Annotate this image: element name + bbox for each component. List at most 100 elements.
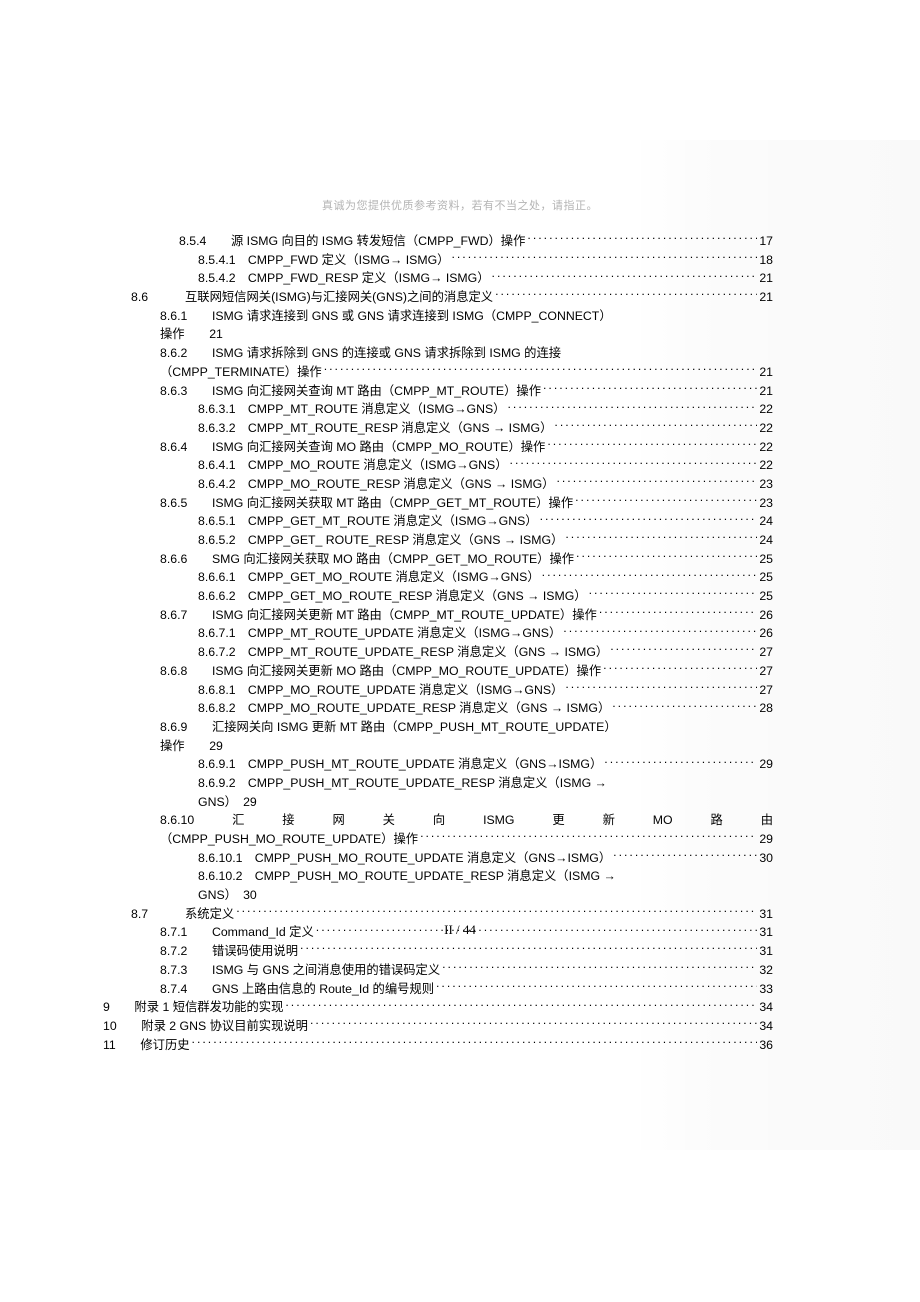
toc-entry-text: 8.6.4.1 CMPP_MO_ROUTE 消息定义（ISMG→GNS）	[198, 456, 508, 475]
toc-entry-text: 8.6.6.2 CMPP_GET_MO_ROUTE_RESP 消息定义（GNS …	[198, 587, 587, 606]
toc-entry: 8.7.4 GNS 上路由信息的 Route_Id 的编号规则 33	[103, 980, 773, 999]
toc-leader-dots	[554, 420, 757, 432]
toc-page-number: 27	[759, 681, 773, 700]
toc-leader-dots	[563, 625, 757, 637]
toc-leader-dots	[576, 550, 757, 562]
toc-entry: 8.6.8.1 CMPP_MO_ROUTE_UPDATE 消息定义（ISMG→G…	[103, 681, 773, 700]
page-number: II / 44	[0, 922, 920, 938]
toc-entry: 操作 29	[103, 737, 773, 756]
toc-page-number: 22	[759, 456, 773, 475]
toc-entry: 8.5.4.2 CMPP_FWD_RESP 定义（ISMG→ ISMG）21	[103, 269, 773, 288]
toc-leader-dots	[543, 382, 757, 394]
toc-entry-text: 8.7 系统定义	[131, 905, 234, 924]
toc-leader-dots	[436, 980, 757, 992]
toc-leader-dots	[285, 999, 757, 1011]
toc-leader-dots	[495, 289, 757, 301]
toc-page-number: 23	[759, 494, 773, 513]
toc-entry-text: 8.6.10 汇 接 网 关 向 ISMG 更 新 MO 路 由	[160, 811, 773, 830]
toc-page-number: 17	[759, 232, 773, 251]
toc-entry-text: 8.6.7.2 CMPP_MT_ROUTE_UPDATE_RESP 消息定义（G…	[198, 643, 608, 662]
toc-leader-dots	[527, 233, 757, 245]
toc-entry-text: 8.6.6.1 CMPP_GET_MO_ROUTE 消息定义（ISMG→GNS）	[198, 568, 540, 587]
toc-entry: （CMPP_TERMINATE）操作 21	[103, 363, 773, 382]
toc-entry-text: （CMPP_TERMINATE）操作	[160, 363, 322, 382]
toc-entry-text: （CMPP_PUSH_MO_ROUTE_UPDATE）操作	[160, 830, 418, 849]
toc-entry-text: 11 修订历史	[103, 1036, 190, 1055]
toc-entry: 8.7.3 ISMG 与 GNS 之间消息使用的错误码定义 32	[103, 961, 773, 980]
toc-leader-dots	[589, 588, 758, 600]
toc-page-number: 22	[759, 419, 773, 438]
toc-leader-dots	[192, 1036, 758, 1048]
toc-entry-text: 8.6.10.2 CMPP_PUSH_MO_ROUTE_UPDATE_RESP …	[198, 867, 616, 886]
toc-entry: 8.6.5.2 CMPP_GET_ ROUTE_RESP 消息定义（GNS → …	[103, 531, 773, 550]
toc-entry: 8.6.10 汇 接 网 关 向 ISMG 更 新 MO 路 由	[103, 811, 773, 830]
toc-entry: 8.6.5.1 CMPP_GET_MT_ROUTE 消息定义（ISMG→GNS）…	[103, 512, 773, 531]
toc-page-number: 25	[759, 587, 773, 606]
page-header: 真诚为您提供优质参考资料，若有不当之处，请指正。	[0, 197, 920, 213]
toc-entry: GNS） 30	[103, 886, 773, 905]
toc-entry-text: 8.6.6 SMG 向汇接网关获取 MO 路由（CMPP_GET_MO_ROUT…	[160, 550, 574, 569]
toc-entry-text: 操作 21	[160, 325, 223, 344]
toc-page-number: 26	[759, 606, 773, 625]
toc-entry-text: GNS） 29	[198, 793, 257, 812]
toc-entry-text: 8.6.9 汇接网关向 ISMG 更新 MT 路由（CMPP_PUSH_MT_R…	[160, 718, 617, 737]
toc-entry: 8.6.9 汇接网关向 ISMG 更新 MT 路由（CMPP_PUSH_MT_R…	[103, 718, 773, 737]
toc-entry-text: 9 附录 1 短信群发功能的实现	[103, 998, 283, 1017]
toc-leader-dots	[612, 700, 757, 712]
toc-page-number: 28	[759, 699, 773, 718]
toc-entry-text: 8.7.2 错误码使用说明	[160, 942, 298, 961]
toc-entry: 8.6.5 ISMG 向汇接网关获取 MT 路由（CMPP_GET_MT_ROU…	[103, 494, 773, 513]
toc-entry: 8.6.6.1 CMPP_GET_MO_ROUTE 消息定义（ISMG→GNS）…	[103, 568, 773, 587]
toc-page-number: 21	[759, 269, 773, 288]
toc-page-number: 29	[759, 830, 773, 849]
toc-entry: 8.6.3.1 CMPP_MT_ROUTE 消息定义（ISMG→GNS）22	[103, 400, 773, 419]
toc-page-number: 23	[759, 475, 773, 494]
toc-entry: 8.6.3 ISMG 向汇接网关查询 MT 路由（CMPP_MT_ROUTE）操…	[103, 382, 773, 401]
toc-entry: 8.5.4.1 CMPP_FWD 定义（ISMG→ ISMG）18	[103, 251, 773, 270]
toc-entry-text: 8.6.9.1 CMPP_PUSH_MT_ROUTE_UPDATE 消息定义（G…	[198, 755, 602, 774]
toc-leader-dots	[236, 905, 757, 917]
toc-page-number: 24	[759, 512, 773, 531]
toc-entry-text: 8.6.4 ISMG 向汇接网关查询 MO 路由（CMPP_MO_ROUTE）操…	[160, 438, 545, 457]
toc-entry-text: 8.6.3.2 CMPP_MT_ROUTE_RESP 消息定义（GNS → IS…	[198, 419, 552, 438]
toc-entry-text: 8.6.2 ISMG 请求拆除到 GNS 的连接或 GNS 请求拆除到 ISMG…	[160, 344, 561, 363]
toc-entry: 操作 21	[103, 325, 773, 344]
toc-leader-dots	[324, 364, 758, 376]
toc-page-number: 31	[759, 905, 773, 924]
toc-entry: 8.6.2 ISMG 请求拆除到 GNS 的连接或 GNS 请求拆除到 ISMG…	[103, 344, 773, 363]
toc-entry: 8.6.4 ISMG 向汇接网关查询 MO 路由（CMPP_MO_ROUTE）操…	[103, 438, 773, 457]
toc-leader-dots	[420, 831, 757, 843]
toc-entry: 9 附录 1 短信群发功能的实现 34	[103, 998, 773, 1017]
toc-page-number: 26	[759, 624, 773, 643]
toc-leader-dots	[510, 457, 758, 469]
toc-leader-dots	[542, 569, 758, 581]
toc-entry-text: 8.6.10.1 CMPP_PUSH_MO_ROUTE_UPDATE 消息定义（…	[198, 849, 611, 868]
toc-entry-text: 8.6.7 ISMG 向汇接网关更新 MT 路由（CMPP_MT_ROUTE_U…	[160, 606, 597, 625]
toc-leader-dots	[540, 513, 758, 525]
toc-entry: 8.6.7 ISMG 向汇接网关更新 MT 路由（CMPP_MT_ROUTE_U…	[103, 606, 773, 625]
toc-leader-dots	[492, 270, 758, 282]
toc-entry: 8.6.4.1 CMPP_MO_ROUTE 消息定义（ISMG→GNS） 22	[103, 456, 773, 475]
toc-entry: 8.6.7.2 CMPP_MT_ROUTE_UPDATE_RESP 消息定义（G…	[103, 643, 773, 662]
toc-entry: 8.6.1 ISMG 请求连接到 GNS 或 GNS 请求连接到 ISMG（CM…	[103, 307, 773, 326]
toc-page-number: 21	[759, 382, 773, 401]
toc-leader-dots	[547, 438, 757, 450]
toc-page-number: 33	[759, 980, 773, 999]
toc-leader-dots	[300, 943, 757, 955]
toc-page-number: 21	[759, 363, 773, 382]
toc-leader-dots	[507, 401, 757, 413]
toc-entry-text: 8.6.5.2 CMPP_GET_ ROUTE_RESP 消息定义（GNS → …	[198, 531, 563, 550]
toc-entry-text: GNS） 30	[198, 886, 257, 905]
toc-page-number: 34	[759, 998, 773, 1017]
toc-entry: 8.6.8 ISMG 向汇接网关更新 MO 路由（CMPP_MO_ROUTE_U…	[103, 662, 773, 681]
toc-page-number: 27	[759, 662, 773, 681]
toc-leader-dots	[310, 1018, 757, 1030]
toc-page-number: 34	[759, 1017, 773, 1036]
toc-entry-text: 8.6.3.1 CMPP_MT_ROUTE 消息定义（ISMG→GNS）	[198, 400, 505, 419]
toc-leader-dots	[610, 644, 757, 656]
toc-leader-dots	[575, 494, 757, 506]
toc-entry-text: 8.7.4 GNS 上路由信息的 Route_Id 的编号规则	[160, 980, 434, 999]
toc-page-number: 27	[759, 643, 773, 662]
toc-page-number: 24	[759, 531, 773, 550]
toc-entry: 8.6.4.2 CMPP_MO_ROUTE_RESP 消息定义（GNS → IS…	[103, 475, 773, 494]
